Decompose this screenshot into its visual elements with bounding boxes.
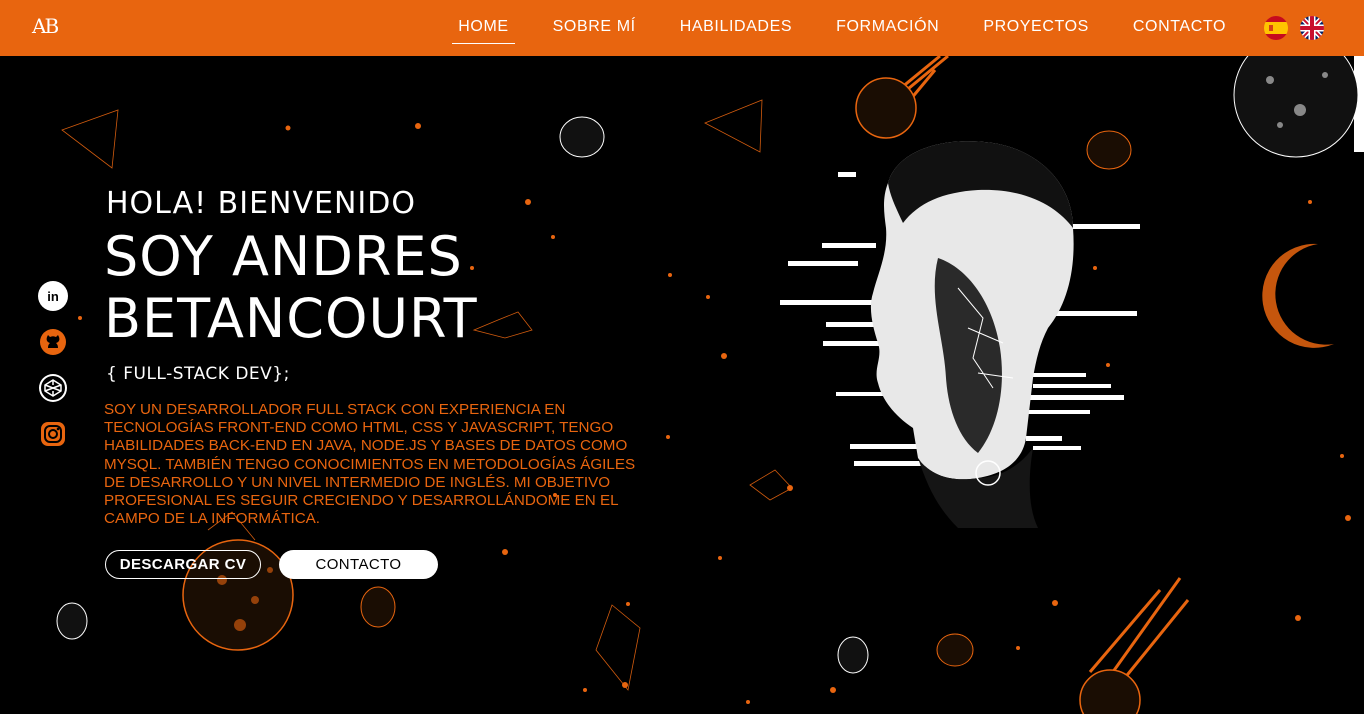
instagram-icon[interactable] — [38, 419, 68, 449]
nav-habilidades[interactable]: HABILIDADES — [674, 12, 798, 44]
spain-flag-icon[interactable] — [1264, 16, 1288, 40]
hero-name-line2: BETANCOURT — [104, 287, 478, 350]
logo[interactable]: AB — [32, 14, 59, 38]
nav-proyectos[interactable]: PROYECTOS — [977, 12, 1095, 44]
hero-role: { FULL-STACK DEV}; — [106, 364, 290, 384]
linkedin-icon[interactable]: in — [38, 281, 68, 311]
portrait-illustration — [780, 141, 1140, 528]
contact-button[interactable]: CONTACTO — [279, 550, 438, 579]
uk-flag-icon[interactable] — [1300, 16, 1324, 40]
codepen-icon[interactable] — [38, 373, 68, 403]
github-icon[interactable] — [38, 327, 68, 357]
hero-greeting: HOLA! BIENVENIDO — [106, 186, 416, 221]
nav-contacto[interactable]: CONTACTO — [1127, 12, 1232, 44]
nav-sobre-mi[interactable]: SOBRE MÍ — [547, 12, 642, 44]
nav-home[interactable]: HOME — [452, 12, 516, 44]
nav-formacion[interactable]: FORMACIÓN — [830, 12, 945, 44]
hero-name: SOY ANDRES BETANCOURT — [104, 226, 584, 350]
space-background — [12, 56, 1359, 714]
hero-name-line1: SOY ANDRES — [104, 225, 463, 288]
hero-description: Soy un desarrollador Full Stack con expe… — [104, 401, 636, 528]
nav-links: HOME SOBRE MÍ HABILIDADES FORMACIÓN PROY… — [420, 0, 1232, 56]
top-navbar: AB HOME SOBRE MÍ HABILIDADES FORMACIÓN P… — [0, 0, 1364, 56]
download-cv-button[interactable]: DESCARGAR CV — [105, 550, 261, 579]
